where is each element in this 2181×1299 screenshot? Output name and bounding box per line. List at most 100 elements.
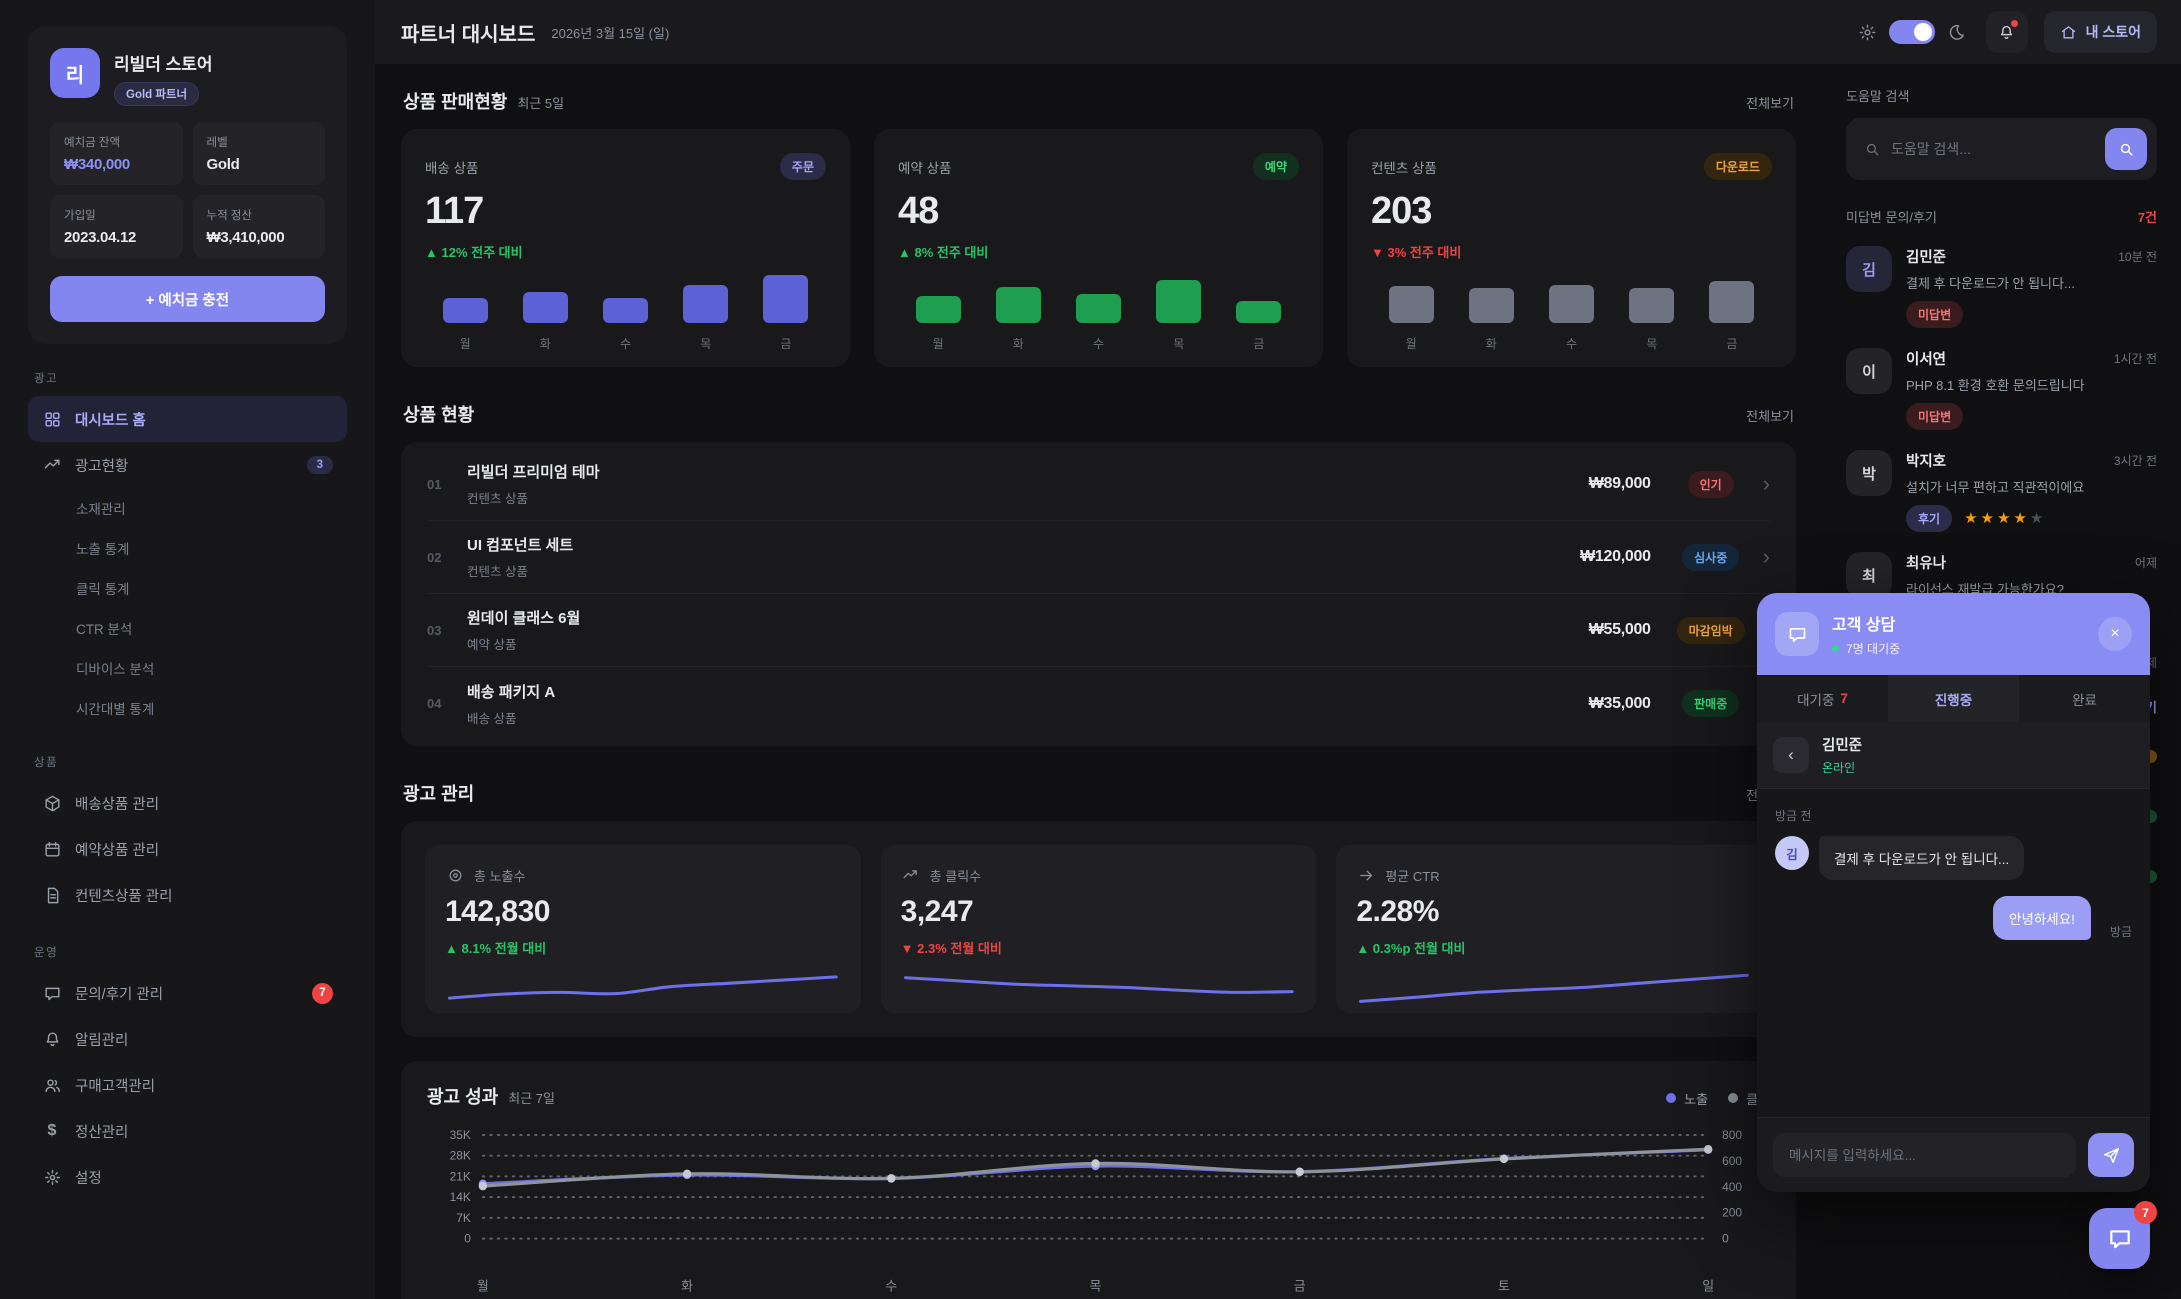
review-badge: 후기 [1906,505,1952,532]
conversation-user-name: 김민준 [1822,734,1862,755]
green-dot [1832,645,1839,652]
sidebar-item-settlement[interactable]: $ 정산관리 [28,1108,347,1154]
bar-label: 수 [1566,335,1577,352]
customer-chat-widget: 고객 상담 7명 대기중 × 대기중7 진행중 완료 ‹ 김민준 온라인 방금 … [1757,593,2150,1192]
bar-column: 월 [898,261,978,352]
legend-dot [1666,1093,1676,1103]
tile-value: 3,247 [901,895,1297,929]
sidebar-item-settings[interactable]: 설정 [28,1154,347,1200]
sidebar-item-inquiries[interactable]: 문의/후기 관리 7 [28,970,347,1016]
chat-message-input[interactable] [1773,1133,2076,1177]
tile-delta: ▲ 0.3%p 전월 대비 [1356,938,1752,957]
my-store-button[interactable]: 내 스토어 [2044,11,2157,53]
inquiry-text: PHP 8.1 환경 호환 문의드립니다 [1906,375,2157,394]
product-name: 리빌더 프리미엄 테마 [467,461,600,482]
svg-text:0: 0 [464,1232,471,1246]
bar-label: 금 [1253,335,1264,352]
inquiry-time: 어제 [2135,554,2157,571]
calendar-icon [42,839,62,859]
notifications-button[interactable] [1986,11,2028,53]
left-sidebar: 리 리빌더 스토어 Gold 파트너 예치금 잔액 ₩340,000 레벨 Go… [0,0,375,1299]
content-daily-bars: 월화수목금 [1371,261,1772,352]
chevron-right-icon[interactable]: › [1763,546,1770,568]
inquiries-count: 7건 [2138,207,2157,226]
sidebar-item-label: 알림관리 [75,1029,128,1050]
avatar: 김 [1846,246,1892,292]
products-view-all-link[interactable]: 전체보기 [1746,406,1794,425]
inquiry-item[interactable]: 김 김민준10분 전 결제 후 다운로드가 안 됩니다... 미답변 [1846,246,2157,328]
product-rank: 01 [427,477,467,492]
back-icon[interactable]: ‹ [1773,737,1809,773]
sales-section-title: 상품 판매현황 [403,88,507,114]
legend-label: 노출 [1684,1089,1708,1108]
tile-delta: ▼ 2.3% 전월 대비 [901,938,1297,957]
inquiry-time: 1시간 전 [2114,350,2157,367]
sidebar-item-ads-status[interactable]: 광고현황 3 [28,442,347,488]
sidebar-subitem-hourly[interactable]: 시간대별 통계 [28,688,347,728]
dollar-icon: $ [42,1121,62,1141]
sales-cards: 배송 상품 주문 117 ▲ 12% 전주 대비 월화수목금 예약 상품 예약 … [401,129,1796,367]
inquiry-text: 설치가 너무 편하고 직관적이에요 [1906,477,2157,496]
nav-section-operations: 운영 [34,944,341,960]
bar-label: 월 [460,335,471,352]
sidebar-item-label: 대시보드 홈 [75,409,146,430]
outgoing-message-bubble: 안녕하세요! [1993,896,2091,940]
product-row[interactable]: 04 배송 패키지 A배송 상품 ₩35,000 판매중 › [427,667,1770,740]
sidebar-item-content-products[interactable]: 컨텐츠상품 관리 [28,872,347,918]
send-icon[interactable] [2088,1133,2134,1177]
theme-toggle[interactable] [1889,20,1935,44]
conversation-presence: 온라인 [1822,759,1862,776]
bar [1709,281,1754,323]
product-price: ₩89,000 [1589,475,1651,493]
sidebar-item-dashboard-home[interactable]: 대시보드 홈 [28,396,347,442]
tab-done[interactable]: 완료 [2019,675,2150,722]
charge-deposit-button[interactable]: + 예치금 충전 [50,276,325,322]
product-row[interactable]: 02 UI 컴포넌트 세트컨텐츠 상품 ₩120,000 심사중 › [427,521,1770,594]
chevron-right-icon[interactable]: › [1763,473,1770,495]
svg-text:800: 800 [1722,1128,1742,1142]
sales-view-all-link[interactable]: 전체보기 [1746,93,1794,112]
product-row[interactable]: 01 리빌더 프리미엄 테마컨텐츠 상품 ₩89,000 인기 › [427,448,1770,521]
product-row[interactable]: 03 원데이 클래스 6월예약 상품 ₩55,000 마감임박 › [427,594,1770,667]
inquiry-item[interactable]: 이 이서연1시간 전 PHP 8.1 환경 호환 문의드립니다 미답변 [1846,348,2157,430]
card-delta: ▲ 12% 전주 대비 [425,242,826,261]
incoming-message-bubble: 결제 후 다운로드가 안 됩니다... [1819,836,2024,880]
sidebar-item-booking-products[interactable]: 예약상품 관리 [28,826,347,872]
sidebar-subitem-ctr[interactable]: CTR 분석 [28,608,347,648]
legend-impressions: 노출 [1666,1089,1708,1108]
star-rating: ★★★★★ [1964,511,2046,526]
sidebar-subitem-materials[interactable]: 소재관리 [28,488,347,528]
bar [603,298,648,323]
bar-label: 목 [1646,335,1657,352]
ads-tile-impressions: 총 노출수 142,830 ▲ 8.1% 전월 대비 [425,845,861,1013]
sidebar-item-notifications[interactable]: 알림관리 [28,1016,347,1062]
close-icon[interactable]: × [2098,617,2132,651]
bar-column: 수 [585,261,665,352]
chat-fab-button[interactable]: 7 [2089,1208,2150,1269]
ad-performance-chart: 07K14K21K28K35K0200400600800월화수목금토일 [427,1119,1770,1299]
products-list-card: 01 리빌더 프리미엄 테마컨텐츠 상품 ₩89,000 인기 › 02 UI … [401,442,1796,746]
message-time-divider: 방금 전 [1775,807,2132,824]
tab-in-progress[interactable]: 진행중 [1888,675,2019,722]
document-icon [42,885,62,905]
inquiry-item[interactable]: 박 박지호3시간 전 설치가 너무 편하고 직관적이에요 후기 ★★★★★ [1846,450,2157,532]
product-status-badge: 판매중 [1682,690,1739,717]
chat-header: 고객 상담 7명 대기중 × [1757,593,2150,675]
inquiry-status-badge: 미답변 [1906,301,1963,328]
bar-column: 금 [1219,261,1299,352]
search-submit-button[interactable] [2105,128,2147,170]
sidebar-subitem-devices[interactable]: 디바이스 분석 [28,648,347,688]
bar-column: 목 [1612,261,1692,352]
sidebar-item-shipping-products[interactable]: 배송상품 관리 [28,780,347,826]
product-rank: 03 [427,623,467,638]
sidebar-subitem-clicks[interactable]: 클릭 통계 [28,568,347,608]
product-type: 예약 상품 [467,634,580,653]
sidebar-item-label: 문의/후기 관리 [75,983,163,1004]
tab-waiting[interactable]: 대기중7 [1757,675,1888,722]
box-icon [42,793,62,813]
sidebar-subitem-impressions[interactable]: 노출 통계 [28,528,347,568]
help-search-input[interactable] [1891,141,2095,157]
chat-tabs: 대기중7 진행중 완료 [1757,675,2150,722]
sidebar-item-customers[interactable]: 구매고객관리 [28,1062,347,1108]
bar [1469,288,1514,323]
